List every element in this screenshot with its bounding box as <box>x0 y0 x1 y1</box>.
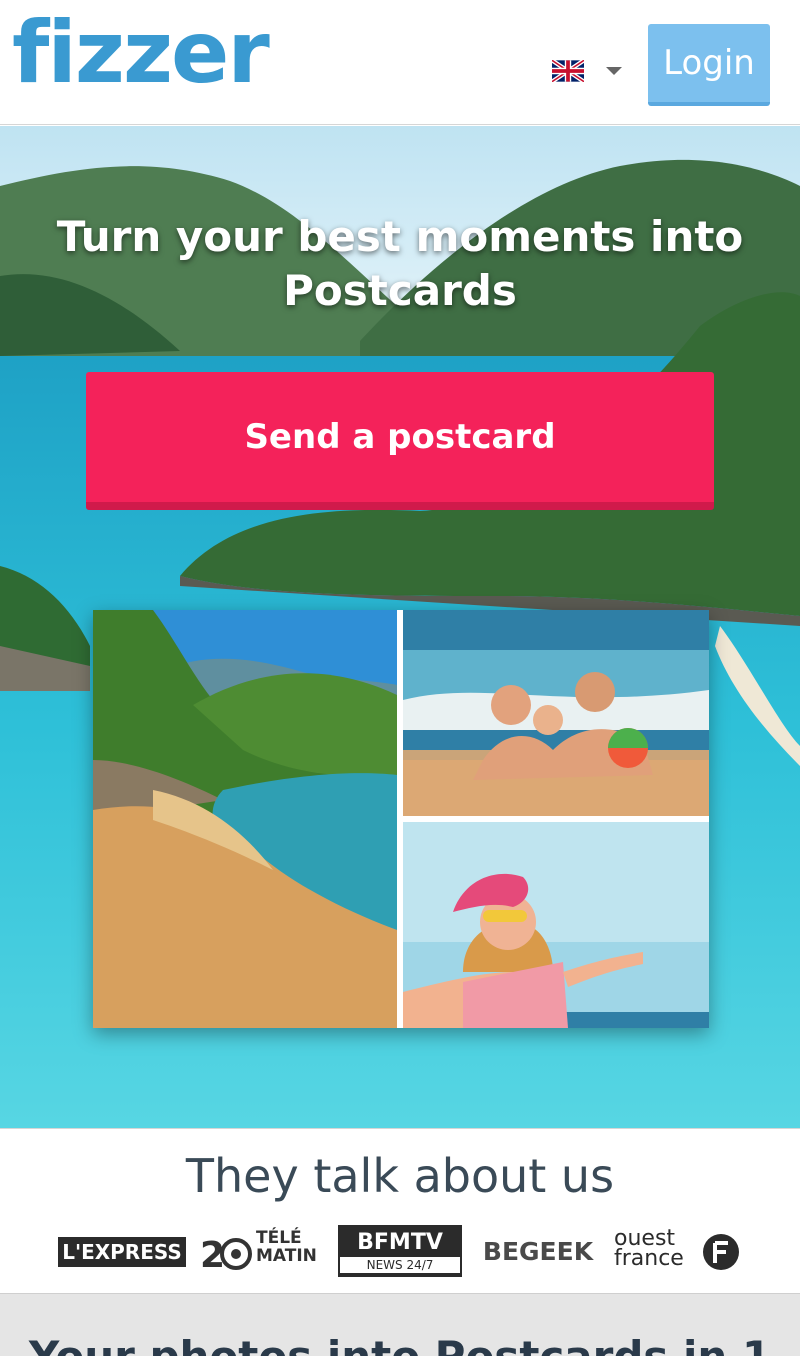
header: fizzer Login <box>0 0 800 125</box>
chevron-down-icon <box>606 67 622 75</box>
hero-title-line2: Postcards <box>283 266 517 315</box>
next-section: Your photos into Postcards in 1 <box>0 1294 800 1356</box>
hero-title-line1: Turn your best moments into <box>56 212 744 261</box>
ouestfrance-icon <box>703 1234 739 1270</box>
next-section-heading: Your photos into Postcards in 1 <box>0 1332 800 1356</box>
login-button[interactable]: Login <box>648 24 770 106</box>
ouestfrance-logo[interactable]: ouest france <box>614 1227 742 1277</box>
hero-section: Turn your best moments into Postcards Se… <box>0 126 800 1128</box>
press-logos: L'EXPRESS 2 TÉLÉ MATIN BFMTV NEWS 24/7 B… <box>56 1225 746 1285</box>
press-section: They talk about us L'EXPRESS 2 TÉLÉ MATI… <box>0 1128 800 1294</box>
telematin-logo[interactable]: 2 TÉLÉ MATIN <box>198 1229 326 1275</box>
telematin-tele: TÉLÉ <box>256 1228 302 1248</box>
language-selector[interactable] <box>552 60 622 82</box>
ouestfrance-bottom: france <box>614 1246 684 1271</box>
photo-family-beach <box>403 610 709 816</box>
bfmtv-top: BFMTV <box>357 1230 443 1255</box>
photo-child-hat <box>403 822 709 1028</box>
bfmtv-bottom: NEWS 24/7 <box>340 1257 460 1273</box>
uk-flag-icon <box>552 60 584 82</box>
lexpress-logo[interactable]: L'EXPRESS <box>58 1237 186 1267</box>
send-postcard-button[interactable]: Send a postcard <box>86 372 714 510</box>
bfmtv-logo[interactable]: BFMTV NEWS 24/7 <box>338 1225 462 1277</box>
hero-title: Turn your best moments into Postcards <box>40 210 760 318</box>
photo-beach-landscape <box>93 610 397 1028</box>
fizzer-logo[interactable]: fizzer <box>12 10 270 96</box>
telematin-matin: MATIN <box>256 1246 317 1266</box>
press-title: They talk about us <box>185 1149 615 1203</box>
begeek-logo[interactable]: BEGEEK <box>472 1235 604 1267</box>
postcard-collage <box>93 610 709 1028</box>
